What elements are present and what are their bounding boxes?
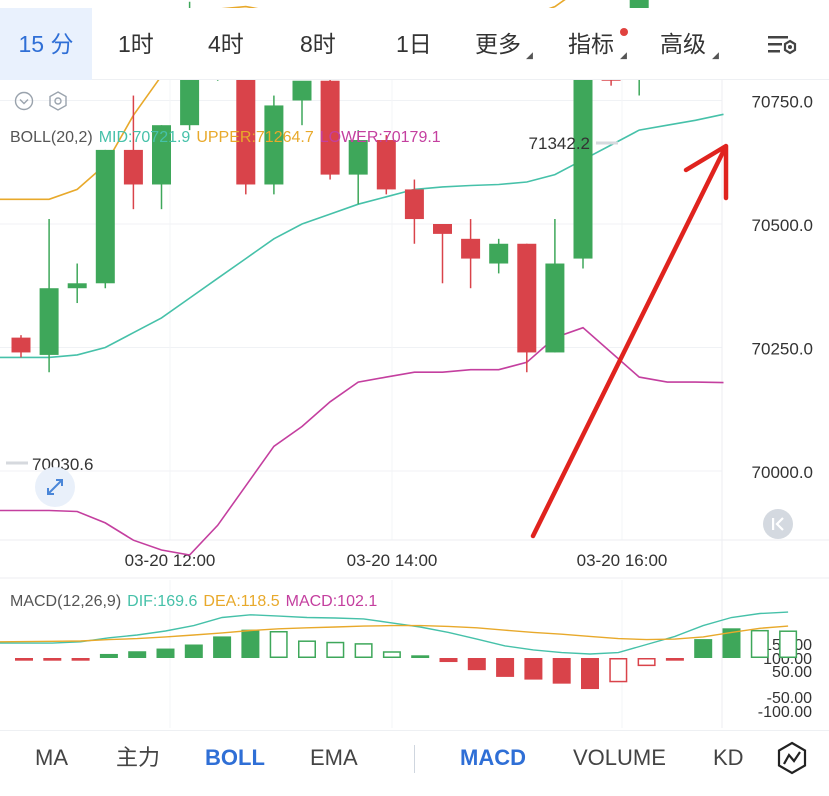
candle-body[interactable] [67,283,87,289]
boll-lower-line [0,326,724,556]
macd-histogram-bar [411,655,430,658]
tab-ema[interactable]: EMA [310,731,358,785]
candle-body[interactable] [545,263,565,353]
candle-body[interactable] [461,238,481,259]
macd-histogram-bar [213,636,232,658]
macd-histogram-bar [496,658,515,677]
y-tick-label: 70000.0 [752,463,813,482]
x-tick-label: 03-20 14:00 [347,551,438,570]
macd-histogram-bar [779,630,798,659]
candle-body[interactable] [433,224,452,234]
macd-histogram-bar [298,640,316,659]
macd-histogram-bar [43,658,62,661]
timeframe-15m[interactable]: 15 分 [0,8,92,80]
candle-body[interactable] [489,243,509,264]
macd-histogram-bar [637,658,656,667]
macd-histogram-bar [552,658,571,684]
macd-histogram-bar [99,653,118,658]
expand-icon[interactable] [34,466,76,508]
advanced-caret-icon: ◢ [712,50,719,60]
macd-histogram-bar [156,648,175,658]
high-price-label: 71342.2 [529,134,590,153]
tab-divider [414,745,415,773]
y-tick-label: 70750.0 [752,93,813,112]
macd-y-tick-label: 50.00 [772,664,812,681]
candle-body[interactable] [292,80,312,101]
candle-body[interactable] [11,337,31,353]
macd-histogram-bar [71,658,90,661]
macd-histogram-bar [581,658,599,690]
candle-body[interactable] [95,149,115,284]
timeframe-1d[interactable]: 1日 [396,8,432,80]
candle-body[interactable] [123,149,143,185]
timeframe-1h[interactable]: 1时 [118,8,154,80]
boll-legend-lower: LOWER:70179.1 [320,129,441,146]
boll-legend-name: BOLL(20,2) [10,129,93,146]
tab-boll[interactable]: BOLL [205,731,265,785]
tab-volume[interactable]: VOLUME [573,731,666,785]
more-caret-icon: ◢ [526,50,533,60]
tab-macd[interactable]: MACD [460,731,526,785]
macd-histogram-bar [665,658,684,661]
boll-legend: BOLL(20,2) MID:70721.9 UPPER:71264.7 LOWER:… [10,129,441,146]
candle-body[interactable] [320,80,340,175]
gear-icon[interactable] [47,90,69,112]
macd-histogram-bar [467,658,486,671]
candle-body[interactable] [517,243,537,353]
advanced-menu[interactable]: 高级 [660,8,706,80]
macd-dif-line [0,611,789,655]
timeframe-4h[interactable]: 4时 [208,8,244,80]
boll-legend-mid: MID:70721.9 [99,129,191,146]
macd-histogram-bar [354,643,373,659]
indicator-menu[interactable]: 指标 [568,8,614,80]
macd-histogram-bar [694,639,713,658]
macd-histogram-bar [269,631,288,658]
y-tick-label: 70500.0 [752,216,813,235]
y-tick-label: 70250.0 [752,340,813,359]
macd-legend: MACD(12,26,9) DIF:169.6 DEA:118.5 MACD:102.… [10,593,377,610]
macd-histogram-bar [750,629,769,658]
timeframe-bar: 15 分 1时 4时 8时 1日 更多 ◢ 指标 ◢ 高级 ◢ [0,8,829,80]
x-tick-label: 03-20 12:00 [125,551,216,570]
x-tick-label: 03-20 16:00 [577,551,668,570]
macd-histogram-bar [439,658,458,663]
macd-y-tick-label: -100.00 [758,704,812,721]
macd-histogram-bar [326,641,345,658]
boll-legend-upper: UPPER:71264.7 [196,129,314,146]
macd-legend-dea: DEA:118.5 [203,593,279,610]
candle-body[interactable] [404,189,424,220]
skip-back-icon[interactable] [762,508,794,540]
macd-histogram-bar [382,651,401,658]
settings-icon[interactable] [766,32,800,60]
macd-dea-line [0,624,789,643]
macd-legend-macd: MACD:102.1 [286,593,378,610]
timeframe-8h[interactable]: 8时 [300,8,336,80]
indicator-caret-icon: ◢ [620,50,627,60]
macd-histogram-bar [128,651,147,658]
kline-chart[interactable]: 71250.071000.070750.070500.070250.070000… [0,0,829,730]
macd-legend-dif: DIF:169.6 [127,593,197,610]
indicator-tabs: MA 主力 BOLL EMA MACD VOLUME KD [0,730,829,790]
candle-body[interactable] [573,60,593,259]
candle-body[interactable] [39,288,59,355]
tab-kd[interactable]: KD [713,731,744,785]
timeframe-more[interactable]: 更多 [475,8,521,80]
macd-histogram-bar [15,658,33,661]
chart-draw-icon[interactable] [776,741,808,775]
macd-histogram-bar [524,658,543,680]
indicator-notification-dot [620,28,628,36]
eye-toggle-icon[interactable] [14,91,34,111]
tab-main[interactable]: 主力 [116,731,160,785]
macd-legend-name: MACD(12,26,9) [10,593,121,610]
candle-body[interactable] [376,140,396,190]
macd-histogram-bar [184,644,203,658]
macd-histogram-bar [241,629,260,658]
macd-histogram-bar [609,658,628,683]
tab-ma[interactable]: MA [35,731,68,785]
